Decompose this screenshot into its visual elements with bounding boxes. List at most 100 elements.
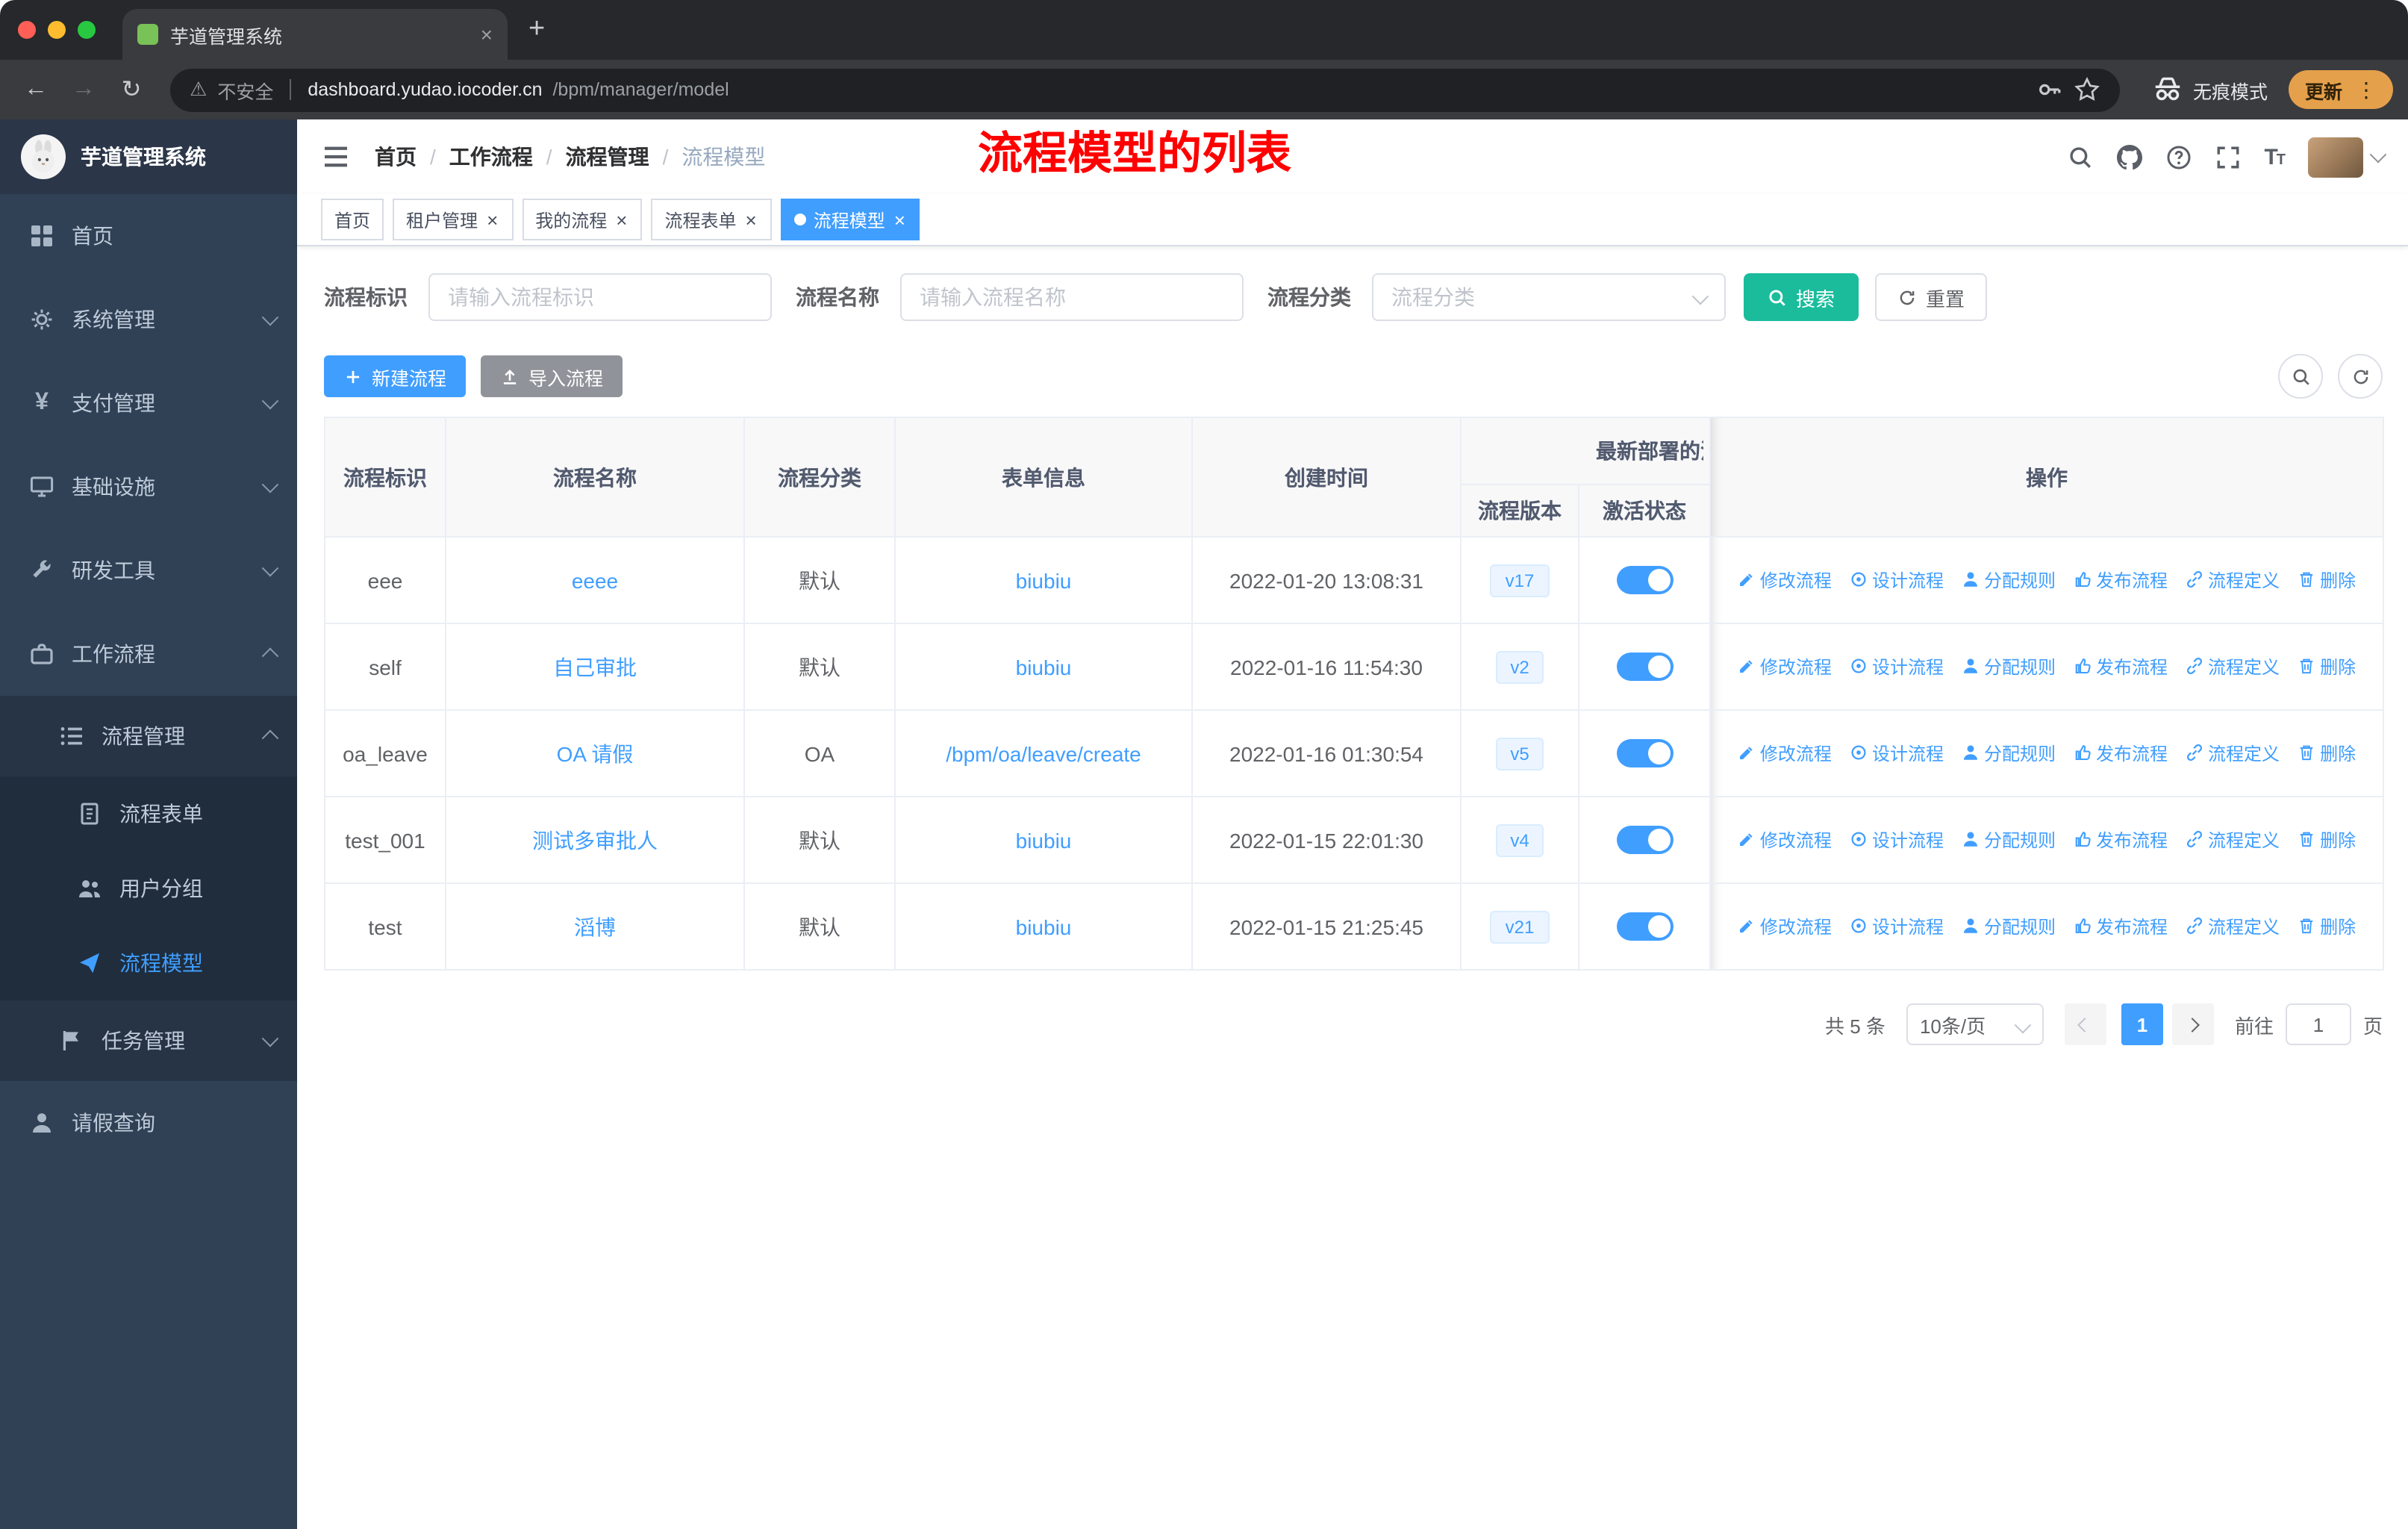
fullscreen-icon[interactable] [2215, 144, 2240, 169]
delete-link[interactable]: 删除 [2298, 654, 2356, 679]
modify-process-link[interactable]: 修改流程 [1738, 741, 1832, 766]
reset-button[interactable]: 重置 [1875, 273, 1988, 321]
search-icon[interactable] [2067, 144, 2092, 169]
design-process-link[interactable]: 设计流程 [1850, 654, 1944, 679]
modify-process-link[interactable]: 修改流程 [1738, 827, 1832, 853]
page-number-1[interactable]: 1 [2121, 1003, 2163, 1045]
tab-tenant-mgmt[interactable]: 租户管理 × [393, 199, 514, 240]
active-toggle[interactable] [1616, 653, 1673, 681]
design-process-link[interactable]: 设计流程 [1850, 914, 1944, 939]
window-close-button[interactable] [18, 21, 36, 39]
browser-menu-icon[interactable]: ⋮ [2356, 77, 2377, 102]
next-page-button[interactable] [2171, 1003, 2214, 1045]
process-name-input[interactable] [900, 273, 1244, 321]
delete-link[interactable]: 删除 [2298, 827, 2356, 853]
font-size-icon[interactable]: TT [2264, 144, 2286, 169]
design-process-link[interactable]: 设计流程 [1850, 827, 1944, 853]
assign-rule-link[interactable]: 分配规则 [1962, 741, 2056, 766]
form-info-link[interactable]: biubiu [1016, 655, 1072, 679]
form-info-link[interactable]: /bpm/oa/leave/create [946, 741, 1141, 765]
publish-process-link[interactable]: 发布流程 [2074, 654, 2168, 679]
sidebar-item-leave-query[interactable]: 请假查询 [0, 1081, 297, 1165]
design-process-link[interactable]: 设计流程 [1850, 741, 1944, 766]
form-info-link[interactable]: biubiu [1016, 568, 1072, 592]
sidebar-item-process-form[interactable]: 流程表单 [0, 776, 297, 851]
sidebar-item-process-mgmt[interactable]: 流程管理 [0, 696, 297, 776]
sidebar-logo[interactable]: 芋道管理系统 [0, 119, 297, 194]
active-toggle[interactable] [1616, 739, 1673, 767]
back-button[interactable]: ← [15, 69, 57, 110]
breadcrumb-item[interactable]: 工作流程 [449, 142, 533, 172]
assign-rule-link[interactable]: 分配规则 [1962, 567, 2056, 593]
publish-process-link[interactable]: 发布流程 [2074, 741, 2168, 766]
breadcrumb-item[interactable]: 流程管理 [566, 142, 649, 172]
new-tab-button[interactable]: + [528, 13, 545, 46]
browser-tab[interactable]: 芋道管理系统 × [122, 9, 508, 60]
modify-process-link[interactable]: 修改流程 [1738, 654, 1832, 679]
sidebar-item-home[interactable]: 首页 [0, 194, 297, 278]
sidebar-item-infrastructure[interactable]: 基础设施 [0, 445, 297, 529]
tab-my-process[interactable]: 我的流程 × [522, 199, 643, 240]
bookmark-star-icon[interactable] [2074, 76, 2100, 103]
window-minimize-button[interactable] [48, 21, 66, 39]
sidebar-item-user-group[interactable]: 用户分组 [0, 851, 297, 926]
page-size-select[interactable]: 10条/页 [1906, 1003, 2044, 1045]
sidebar-item-payment-mgmt[interactable]: ¥ 支付管理 [0, 361, 297, 445]
close-icon[interactable]: × [893, 210, 907, 229]
publish-process-link[interactable]: 发布流程 [2074, 567, 2168, 593]
close-icon[interactable]: × [744, 210, 758, 229]
close-icon[interactable]: × [485, 210, 499, 229]
active-toggle[interactable] [1616, 566, 1673, 594]
close-icon[interactable]: × [614, 210, 628, 229]
hamburger-icon[interactable] [321, 142, 351, 172]
reload-button[interactable]: ↻ [110, 69, 152, 110]
delete-link[interactable]: 删除 [2298, 567, 2356, 593]
tab-process-form[interactable]: 流程表单 × [651, 199, 772, 240]
help-icon[interactable] [2165, 144, 2191, 169]
process-name-link[interactable]: 测试多审批人 [532, 828, 658, 852]
process-name-link[interactable]: 滔博 [574, 915, 616, 938]
design-process-link[interactable]: 设计流程 [1850, 567, 1944, 593]
process-definition-link[interactable]: 流程定义 [2186, 741, 2280, 766]
import-process-button[interactable]: 导入流程 [481, 355, 623, 397]
window-zoom-button[interactable] [78, 21, 96, 39]
modify-process-link[interactable]: 修改流程 [1738, 914, 1832, 939]
hide-search-button[interactable] [2278, 354, 2323, 399]
process-name-link[interactable]: 自己审批 [553, 655, 637, 679]
address-bar[interactable]: ⚠ 不安全 dashboard.yudao.iocoder.cn /bpm/ma… [170, 68, 2120, 111]
process-definition-link[interactable]: 流程定义 [2186, 914, 2280, 939]
form-info-link[interactable]: biubiu [1016, 828, 1072, 852]
refresh-table-button[interactable] [2338, 354, 2383, 399]
publish-process-link[interactable]: 发布流程 [2074, 914, 2168, 939]
process-definition-link[interactable]: 流程定义 [2186, 654, 2280, 679]
assign-rule-link[interactable]: 分配规则 [1962, 827, 2056, 853]
forward-button[interactable]: → [63, 69, 105, 110]
process-definition-link[interactable]: 流程定义 [2186, 827, 2280, 853]
sidebar-item-workflow[interactable]: 工作流程 [0, 612, 297, 696]
github-icon[interactable] [2116, 144, 2142, 169]
delete-link[interactable]: 删除 [2298, 914, 2356, 939]
process-category-select[interactable]: 流程分类 [1372, 273, 1726, 321]
tab-close-icon[interactable]: × [481, 22, 493, 46]
user-menu[interactable] [2308, 137, 2387, 177]
form-info-link[interactable]: biubiu [1016, 915, 1072, 938]
sidebar-item-process-model[interactable]: 流程模型 [0, 926, 297, 1000]
active-toggle[interactable] [1616, 826, 1673, 854]
modify-process-link[interactable]: 修改流程 [1738, 567, 1832, 593]
assign-rule-link[interactable]: 分配规则 [1962, 914, 2056, 939]
assign-rule-link[interactable]: 分配规则 [1962, 654, 2056, 679]
breadcrumb-item[interactable]: 首页 [375, 142, 417, 172]
process-definition-link[interactable]: 流程定义 [2186, 567, 2280, 593]
process-id-input[interactable] [428, 273, 772, 321]
tab-home[interactable]: 首页 [321, 199, 384, 240]
sidebar-item-system-mgmt[interactable]: 系统管理 [0, 278, 297, 361]
sidebar-item-task-mgmt[interactable]: 任务管理 [0, 1000, 297, 1081]
browser-update-button[interactable]: 更新 ⋮ [2288, 70, 2393, 109]
process-name-link[interactable]: OA 请假 [557, 741, 634, 765]
prev-page-button[interactable] [2064, 1003, 2106, 1045]
active-toggle[interactable] [1616, 912, 1673, 941]
search-button[interactable]: 搜索 [1744, 273, 1859, 321]
key-icon[interactable] [2036, 76, 2063, 103]
sidebar-item-dev-tools[interactable]: 研发工具 [0, 529, 297, 612]
tab-process-model[interactable]: 流程模型 × [780, 199, 920, 240]
